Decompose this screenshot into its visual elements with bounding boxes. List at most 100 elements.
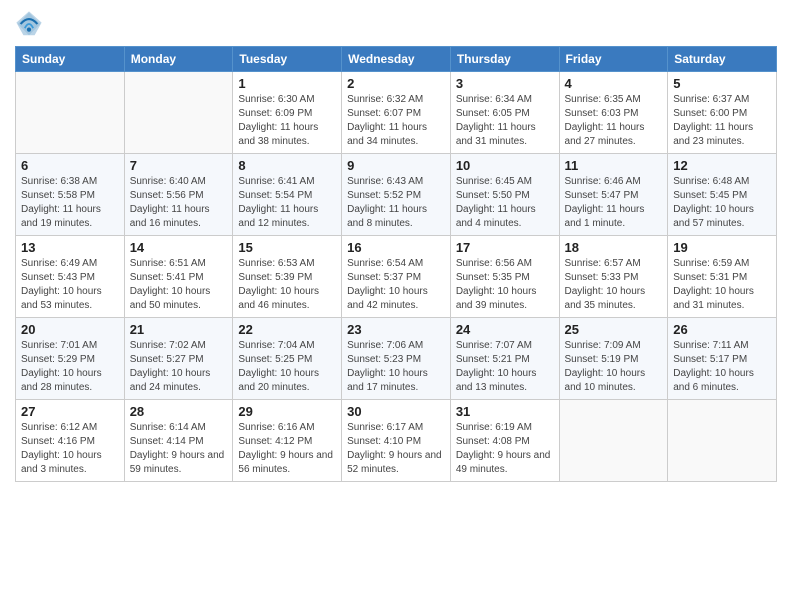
calendar-day-cell <box>124 72 233 154</box>
calendar-day-cell: 27 Sunrise: 6:12 AM Sunset: 4:16 PM Dayli… <box>16 400 125 482</box>
day-number: 1 <box>238 76 336 91</box>
day-info: Sunrise: 6:48 AM Sunset: 5:45 PM Dayligh… <box>673 175 771 231</box>
day-number: 15 <box>238 240 336 255</box>
day-number: 23 <box>347 322 445 337</box>
calendar-day-cell: 25 Sunrise: 7:09 AM Sunset: 5:19 PM Dayli… <box>559 318 668 400</box>
day-number: 16 <box>347 240 445 255</box>
day-info: Sunrise: 7:06 AM Sunset: 5:23 PM Dayligh… <box>347 339 445 395</box>
day-number: 29 <box>238 404 336 419</box>
day-info: Sunrise: 6:38 AM Sunset: 5:58 PM Dayligh… <box>21 175 119 231</box>
day-info: Sunrise: 6:57 AM Sunset: 5:33 PM Dayligh… <box>565 257 663 313</box>
day-info: Sunrise: 6:32 AM Sunset: 6:07 PM Dayligh… <box>347 93 445 149</box>
calendar-day-cell: 12 Sunrise: 6:48 AM Sunset: 5:45 PM Dayli… <box>668 154 777 236</box>
calendar-day-cell: 13 Sunrise: 6:49 AM Sunset: 5:43 PM Dayli… <box>16 236 125 318</box>
calendar-day-cell <box>16 72 125 154</box>
calendar-day-cell: 8 Sunrise: 6:41 AM Sunset: 5:54 PM Daylig… <box>233 154 342 236</box>
day-info: Sunrise: 6:37 AM Sunset: 6:00 PM Dayligh… <box>673 93 771 149</box>
calendar-day-cell: 4 Sunrise: 6:35 AM Sunset: 6:03 PM Daylig… <box>559 72 668 154</box>
day-info: Sunrise: 6:53 AM Sunset: 5:39 PM Dayligh… <box>238 257 336 313</box>
calendar-day-cell: 22Sunrise: 7:04 AM Sunset: 5:25 PM Dayli… <box>233 318 342 400</box>
calendar-day-cell <box>559 400 668 482</box>
day-info: Sunrise: 6:19 AM Sunset: 4:08 PM Dayligh… <box>456 421 554 477</box>
day-number: 27 <box>21 404 119 419</box>
calendar-day-cell: 3Sunrise: 6:34 AM Sunset: 6:05 PM Daylig… <box>450 72 559 154</box>
calendar-day-cell: 30Sunrise: 6:17 AM Sunset: 4:10 PM Dayli… <box>342 400 451 482</box>
day-info: Sunrise: 6:14 AM Sunset: 4:14 PM Dayligh… <box>130 421 228 477</box>
day-info: Sunrise: 7:02 AM Sunset: 5:27 PM Dayligh… <box>130 339 228 395</box>
day-number: 4 <box>565 76 663 91</box>
day-info: Sunrise: 6:30 AM Sunset: 6:09 PM Dayligh… <box>238 93 336 149</box>
day-info: Sunrise: 6:17 AM Sunset: 4:10 PM Dayligh… <box>347 421 445 477</box>
calendar-day-cell: 2 Sunrise: 6:32 AM Sunset: 6:07 PM Daylig… <box>342 72 451 154</box>
calendar-day-cell: 17Sunrise: 6:56 AM Sunset: 5:35 PM Dayli… <box>450 236 559 318</box>
day-number: 14 <box>130 240 228 255</box>
day-number: 3 <box>456 76 554 91</box>
day-number: 2 <box>347 76 445 91</box>
calendar-day-cell: 24 Sunrise: 7:07 AM Sunset: 5:21 PM Dayli… <box>450 318 559 400</box>
calendar-day-cell: 9Sunrise: 6:43 AM Sunset: 5:52 PM Daylig… <box>342 154 451 236</box>
day-info: Sunrise: 6:41 AM Sunset: 5:54 PM Dayligh… <box>238 175 336 231</box>
calendar-day-cell: 5 Sunrise: 6:37 AM Sunset: 6:00 PM Daylig… <box>668 72 777 154</box>
day-number: 7 <box>130 158 228 173</box>
day-number: 28 <box>130 404 228 419</box>
day-info: Sunrise: 6:59 AM Sunset: 5:31 PM Dayligh… <box>673 257 771 313</box>
calendar-day-cell: 6 Sunrise: 6:38 AM Sunset: 5:58 PM Daylig… <box>16 154 125 236</box>
calendar-table: SundayMondayTuesdayWednesdayThursdayFrid… <box>15 46 777 482</box>
weekday-header: Monday <box>124 47 233 72</box>
day-info: Sunrise: 6:12 AM Sunset: 4:16 PM Dayligh… <box>21 421 119 477</box>
day-info: Sunrise: 6:45 AM Sunset: 5:50 PM Dayligh… <box>456 175 554 231</box>
day-info: Sunrise: 6:46 AM Sunset: 5:47 PM Dayligh… <box>565 175 663 231</box>
day-info: Sunrise: 7:07 AM Sunset: 5:21 PM Dayligh… <box>456 339 554 395</box>
weekday-header: Thursday <box>450 47 559 72</box>
calendar-day-cell <box>668 400 777 482</box>
calendar-week-row: 13 Sunrise: 6:49 AM Sunset: 5:43 PM Dayli… <box>16 236 777 318</box>
day-number: 26 <box>673 322 771 337</box>
day-number: 9 <box>347 158 445 173</box>
logo <box>15 10 47 38</box>
calendar-day-cell: 28 Sunrise: 6:14 AM Sunset: 4:14 PM Dayli… <box>124 400 233 482</box>
page-header <box>15 10 777 38</box>
day-info: Sunrise: 6:35 AM Sunset: 6:03 PM Dayligh… <box>565 93 663 149</box>
day-number: 25 <box>565 322 663 337</box>
day-info: Sunrise: 6:49 AM Sunset: 5:43 PM Dayligh… <box>21 257 119 313</box>
day-number: 20 <box>21 322 119 337</box>
calendar-day-cell: 10Sunrise: 6:45 AM Sunset: 5:50 PM Dayli… <box>450 154 559 236</box>
day-info: Sunrise: 7:09 AM Sunset: 5:19 PM Dayligh… <box>565 339 663 395</box>
day-number: 24 <box>456 322 554 337</box>
weekday-header: Sunday <box>16 47 125 72</box>
day-info: Sunrise: 6:16 AM Sunset: 4:12 PM Dayligh… <box>238 421 336 477</box>
calendar-week-row: 27 Sunrise: 6:12 AM Sunset: 4:16 PM Dayli… <box>16 400 777 482</box>
day-number: 19 <box>673 240 771 255</box>
day-number: 6 <box>21 158 119 173</box>
day-info: Sunrise: 6:54 AM Sunset: 5:37 PM Dayligh… <box>347 257 445 313</box>
day-number: 22 <box>238 322 336 337</box>
weekday-header: Wednesday <box>342 47 451 72</box>
day-number: 21 <box>130 322 228 337</box>
calendar-day-cell: 1 Sunrise: 6:30 AM Sunset: 6:09 PM Daylig… <box>233 72 342 154</box>
calendar-day-cell: 21 Sunrise: 7:02 AM Sunset: 5:27 PM Dayli… <box>124 318 233 400</box>
calendar-day-cell: 26 Sunrise: 7:11 AM Sunset: 5:17 PM Dayli… <box>668 318 777 400</box>
day-number: 12 <box>673 158 771 173</box>
calendar-day-cell: 14Sunrise: 6:51 AM Sunset: 5:41 PM Dayli… <box>124 236 233 318</box>
calendar-day-cell: 23 Sunrise: 7:06 AM Sunset: 5:23 PM Dayli… <box>342 318 451 400</box>
day-number: 5 <box>673 76 771 91</box>
calendar-day-cell: 29 Sunrise: 6:16 AM Sunset: 4:12 PM Dayli… <box>233 400 342 482</box>
calendar-week-row: 1 Sunrise: 6:30 AM Sunset: 6:09 PM Daylig… <box>16 72 777 154</box>
calendar-day-cell: 16 Sunrise: 6:54 AM Sunset: 5:37 PM Dayli… <box>342 236 451 318</box>
day-info: Sunrise: 7:11 AM Sunset: 5:17 PM Dayligh… <box>673 339 771 395</box>
page-container: SundayMondayTuesdayWednesdayThursdayFrid… <box>0 0 792 497</box>
calendar-week-row: 6 Sunrise: 6:38 AM Sunset: 5:58 PM Daylig… <box>16 154 777 236</box>
calendar-day-cell: 11 Sunrise: 6:46 AM Sunset: 5:47 PM Dayli… <box>559 154 668 236</box>
calendar-day-cell: 19 Sunrise: 6:59 AM Sunset: 5:31 PM Dayli… <box>668 236 777 318</box>
calendar-day-cell: 31Sunrise: 6:19 AM Sunset: 4:08 PM Dayli… <box>450 400 559 482</box>
day-number: 8 <box>238 158 336 173</box>
logo-icon <box>15 10 43 38</box>
calendar-day-cell: 18Sunrise: 6:57 AM Sunset: 5:33 PM Dayli… <box>559 236 668 318</box>
day-number: 17 <box>456 240 554 255</box>
weekday-header: Friday <box>559 47 668 72</box>
day-number: 13 <box>21 240 119 255</box>
calendar-day-cell: 20 Sunrise: 7:01 AM Sunset: 5:29 PM Dayli… <box>16 318 125 400</box>
day-number: 11 <box>565 158 663 173</box>
day-info: Sunrise: 7:01 AM Sunset: 5:29 PM Dayligh… <box>21 339 119 395</box>
calendar-week-row: 20 Sunrise: 7:01 AM Sunset: 5:29 PM Dayli… <box>16 318 777 400</box>
